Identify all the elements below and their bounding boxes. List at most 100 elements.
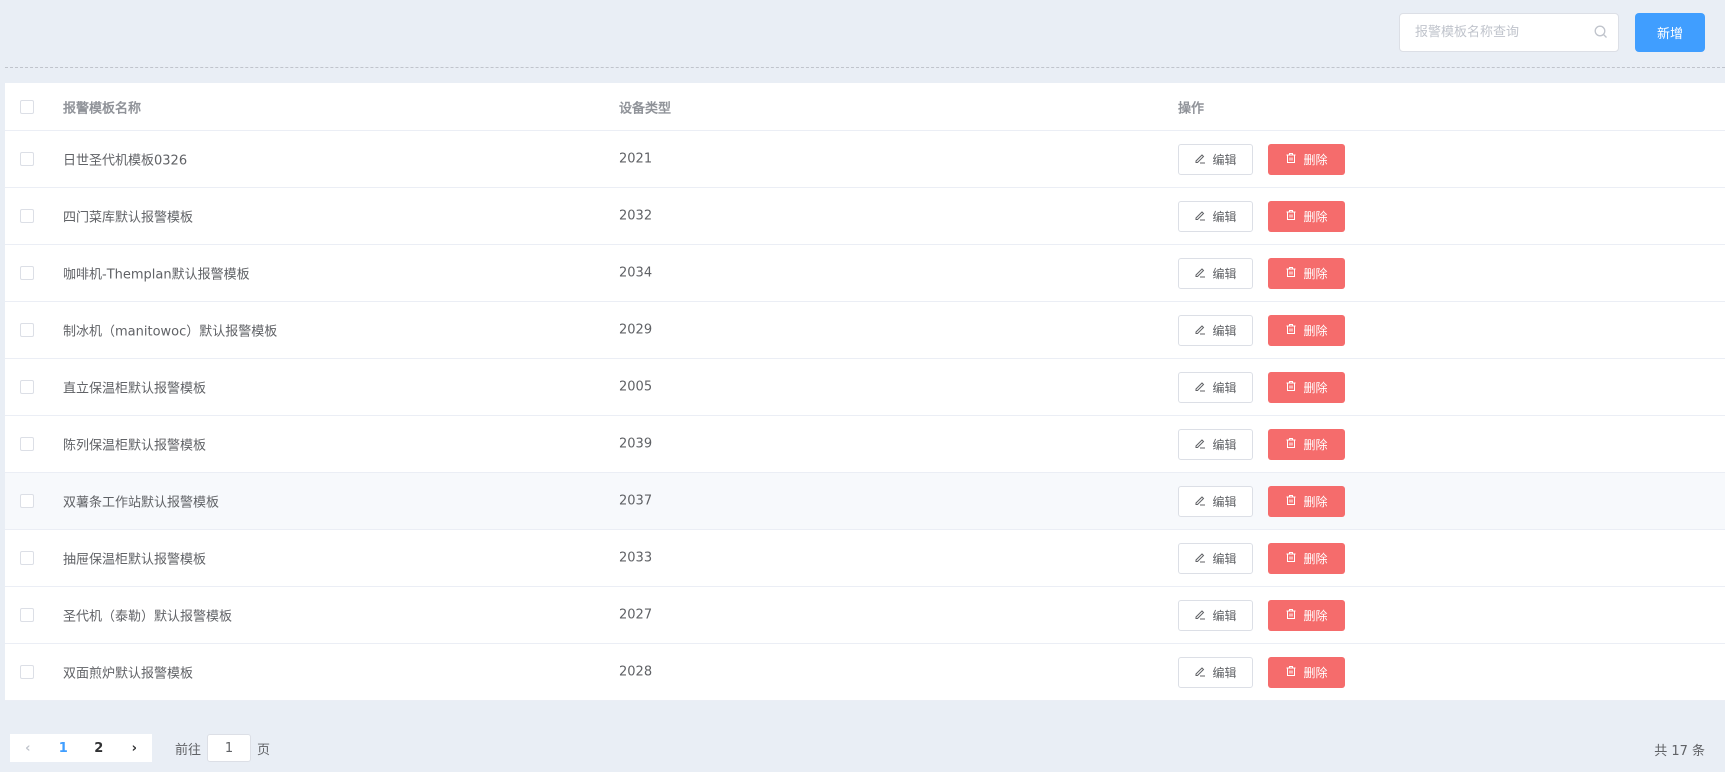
trash-icon: [1285, 152, 1297, 167]
device-type: 2034: [619, 265, 653, 281]
header-name: 报警模板名称: [63, 101, 142, 116]
delete-label: 删除: [1303, 153, 1328, 167]
template-name: 双面煎炉默认报警模板: [63, 666, 194, 682]
page-jumper: 前往 页: [175, 734, 270, 762]
edit-label: 编辑: [1212, 609, 1237, 623]
row-checkbox[interactable]: [20, 608, 34, 622]
trash-icon: [1285, 266, 1297, 281]
edit-button[interactable]: 编辑: [1178, 144, 1253, 175]
trash-icon: [1285, 494, 1297, 509]
device-type: 2028: [619, 664, 653, 680]
template-table: 报警模板名称 设备类型 操作 日世圣代机模板0326 2021 编辑 删除 四门…: [5, 83, 1725, 701]
template-name: 四门菜库默认报警模板: [63, 210, 194, 226]
device-type: 2032: [619, 208, 653, 224]
add-button[interactable]: 新增: [1635, 13, 1705, 52]
template-name: 直立保温柜默认报警模板: [63, 381, 207, 397]
delete-button[interactable]: 删除: [1268, 372, 1345, 403]
row-checkbox[interactable]: [20, 323, 34, 337]
edit-icon: [1194, 494, 1206, 509]
trash-icon: [1285, 209, 1297, 224]
table-row: 直立保温柜默认报警模板 2005 编辑 删除: [5, 359, 1725, 416]
trash-icon: [1285, 608, 1297, 623]
edit-icon: [1194, 266, 1206, 281]
page-1[interactable]: 1: [46, 741, 82, 756]
row-checkbox[interactable]: [20, 437, 34, 451]
goto-page-input[interactable]: [207, 734, 252, 762]
edit-label: 编辑: [1212, 153, 1237, 167]
template-name: 圣代机（泰勒）默认报警模板: [63, 609, 233, 625]
template-name: 日世圣代机模板0326: [63, 153, 188, 169]
row-checkbox[interactable]: [20, 494, 34, 508]
table-row: 双薯条工作站默认报警模板 2037 编辑 删除: [5, 473, 1725, 530]
edit-icon: [1194, 437, 1206, 452]
delete-button[interactable]: 删除: [1268, 144, 1345, 175]
page-2[interactable]: 2: [81, 741, 117, 756]
delete-button[interactable]: 删除: [1268, 600, 1345, 631]
delete-button[interactable]: 删除: [1268, 486, 1345, 517]
delete-button[interactable]: 删除: [1268, 657, 1345, 688]
edit-button[interactable]: 编辑: [1178, 372, 1253, 403]
row-checkbox[interactable]: [20, 551, 34, 565]
row-checkbox[interactable]: [20, 152, 34, 166]
row-checkbox[interactable]: [20, 380, 34, 394]
device-type: 2037: [619, 493, 653, 509]
edit-button[interactable]: 编辑: [1178, 657, 1253, 688]
delete-button[interactable]: 删除: [1268, 315, 1345, 346]
delete-label: 删除: [1303, 381, 1328, 395]
pagination: ‹ 1 2 ›: [10, 734, 152, 762]
delete-button[interactable]: 删除: [1268, 429, 1345, 460]
edit-label: 编辑: [1212, 381, 1237, 395]
header-actions: 操作: [1178, 101, 1205, 116]
table-row: 咖啡机-Themplan默认报警模板 2034 编辑 删除: [5, 245, 1725, 302]
table-row: 抽屉保温柜默认报警模板 2033 编辑 删除: [5, 530, 1725, 587]
edit-button[interactable]: 编辑: [1178, 258, 1253, 289]
table-row: 圣代机（泰勒）默认报警模板 2027 编辑 删除: [5, 587, 1725, 644]
device-type: 2033: [619, 550, 653, 566]
device-type: 2039: [619, 436, 653, 452]
edit-label: 编辑: [1212, 210, 1237, 224]
edit-button[interactable]: 编辑: [1178, 486, 1253, 517]
trash-icon: [1285, 665, 1297, 680]
delete-button[interactable]: 删除: [1268, 201, 1345, 232]
edit-button[interactable]: 编辑: [1178, 201, 1253, 232]
edit-button[interactable]: 编辑: [1178, 543, 1253, 574]
delete-button[interactable]: 删除: [1268, 543, 1345, 574]
edit-button[interactable]: 编辑: [1178, 429, 1253, 460]
table-header: 报警模板名称 设备类型 操作: [5, 83, 1725, 131]
search-input[interactable]: [1400, 14, 1580, 51]
delete-label: 删除: [1303, 438, 1328, 452]
edit-icon: [1194, 608, 1206, 623]
edit-icon: [1194, 551, 1206, 566]
goto-prefix: 前往: [175, 742, 202, 758]
row-checkbox[interactable]: [20, 665, 34, 679]
edit-label: 编辑: [1212, 552, 1237, 566]
trash-icon: [1285, 323, 1297, 338]
edit-button[interactable]: 编辑: [1178, 600, 1253, 631]
template-name: 抽屉保温柜默认报警模板: [63, 552, 207, 568]
template-name: 陈列保温柜默认报警模板: [63, 438, 207, 454]
table-row: 日世圣代机模板0326 2021 编辑 删除: [5, 131, 1725, 188]
edit-label: 编辑: [1212, 438, 1237, 452]
row-checkbox[interactable]: [20, 209, 34, 223]
select-all-checkbox[interactable]: [20, 99, 34, 114]
edit-icon: [1194, 380, 1206, 395]
edit-icon: [1194, 209, 1206, 224]
delete-label: 删除: [1303, 552, 1328, 566]
edit-button[interactable]: 编辑: [1178, 315, 1253, 346]
header-type: 设备类型: [619, 101, 672, 116]
delete-label: 删除: [1303, 666, 1328, 680]
delete-label: 删除: [1303, 267, 1328, 281]
template-name: 双薯条工作站默认报警模板: [63, 495, 220, 511]
total-count: 共 17 条: [1654, 744, 1705, 759]
trash-icon: [1285, 380, 1297, 395]
row-checkbox[interactable]: [20, 266, 34, 280]
template-name: 制冰机（manitowoc）默认报警模板: [63, 324, 278, 340]
delete-label: 删除: [1303, 210, 1328, 224]
prev-page-button[interactable]: ‹: [10, 741, 46, 756]
search-icon[interactable]: [1594, 25, 1608, 43]
next-page-button[interactable]: ›: [117, 741, 153, 756]
search-box[interactable]: [1399, 13, 1619, 52]
edit-icon: [1194, 323, 1206, 338]
delete-label: 删除: [1303, 495, 1328, 509]
delete-button[interactable]: 删除: [1268, 258, 1345, 289]
